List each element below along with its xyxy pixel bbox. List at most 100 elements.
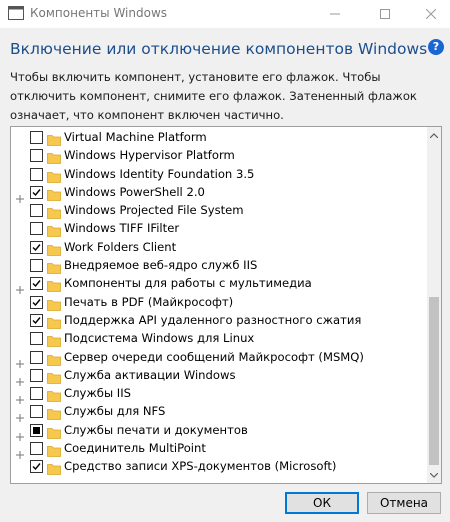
folder-icon <box>47 186 61 201</box>
feature-row[interactable]: Компоненты для работы с мультимедиа <box>11 274 427 295</box>
feature-label: Windows Projected File System <box>64 203 244 218</box>
features-list: Virtual Machine Platform Windows Hypervis… <box>11 128 427 476</box>
feature-row[interactable]: Windows PowerShell 2.0 <box>11 183 427 203</box>
feature-row[interactable]: Служба активации Windows <box>11 366 427 386</box>
expand-icon[interactable] <box>16 426 24 441</box>
folder-icon <box>47 149 61 165</box>
folder-icon <box>47 424 61 439</box>
feature-checkbox[interactable] <box>30 131 43 144</box>
chevron-up-icon <box>430 132 438 138</box>
feature-checkbox[interactable] <box>30 368 43 382</box>
features-tree: Virtual Machine Platform Windows Hypervis… <box>10 126 442 484</box>
feature-label: Компоненты для работы с мультимедиа <box>64 276 312 291</box>
feature-checkbox[interactable] <box>30 185 43 199</box>
minimize-icon <box>330 13 340 15</box>
feature-row[interactable]: Службы для NFS <box>11 402 427 423</box>
folder-icon <box>47 387 61 403</box>
feature-checkbox[interactable] <box>30 387 43 401</box>
feature-checkbox[interactable] <box>30 442 43 456</box>
maximize-button[interactable] <box>362 0 408 28</box>
expand-icon[interactable] <box>16 407 24 423</box>
feature-label: Средство записи XPS-документов (Microsof… <box>64 459 337 474</box>
folder-icon <box>47 168 61 183</box>
feature-checkbox[interactable] <box>30 167 43 181</box>
feature-checkbox[interactable] <box>30 423 43 437</box>
checkmark-icon <box>32 298 41 306</box>
app-icon <box>8 6 24 20</box>
feature-checkbox[interactable] <box>30 240 43 254</box>
feature-checkbox[interactable] <box>30 405 43 419</box>
feature-checkbox[interactable] <box>30 295 43 309</box>
partial-check-icon <box>33 426 40 434</box>
feature-checkbox[interactable] <box>30 259 43 273</box>
feature-checkbox[interactable] <box>30 460 43 474</box>
feature-label: Соединитель MultiPoint <box>64 441 206 456</box>
expand-icon[interactable] <box>16 188 24 203</box>
page-title: Включение или отключение компонентов Win… <box>10 40 428 58</box>
feature-checkbox[interactable] <box>30 222 43 236</box>
feature-checkbox[interactable] <box>30 204 43 218</box>
feature-row[interactable]: Сервер очереди сообщений Майкрософт (MSM… <box>11 348 427 368</box>
folder-icon <box>47 442 61 457</box>
feature-row[interactable]: Подсистема Windows для Linux <box>11 329 427 348</box>
folder-icon <box>47 405 61 421</box>
title-bar: Компоненты Windows <box>0 0 450 28</box>
feature-row[interactable]: Windows Hypervisor Platform <box>11 146 427 165</box>
feature-label: Службы печати и документов <box>64 422 248 437</box>
feature-label: Службы IIS <box>64 386 131 401</box>
cancel-button[interactable]: Отмена <box>367 492 441 514</box>
feature-row[interactable]: Windows Identity Foundation 3.5 <box>11 165 427 183</box>
feature-checkbox[interactable] <box>30 350 43 364</box>
feature-row[interactable]: Службы печати и документов <box>11 421 427 441</box>
feature-label: Windows Identity Foundation 3.5 <box>64 166 255 181</box>
close-button[interactable] <box>408 0 450 28</box>
feature-row[interactable]: Windows TIFF IFilter <box>11 219 427 238</box>
folder-icon <box>47 314 61 329</box>
close-icon <box>426 9 436 19</box>
folder-icon <box>47 369 61 384</box>
feature-label: Virtual Machine Platform <box>64 130 207 144</box>
feature-row[interactable]: Средство записи XPS-документов (Microsof… <box>11 457 427 476</box>
maximize-icon <box>380 9 390 19</box>
scroll-down-button[interactable] <box>427 467 441 483</box>
feature-checkbox[interactable] <box>30 277 43 291</box>
vertical-scrollbar[interactable] <box>427 127 441 483</box>
feature-row[interactable]: Windows Projected File System <box>11 201 427 220</box>
expand-icon[interactable] <box>16 279 24 295</box>
feature-row[interactable]: Печать в PDF (Майкрософт) <box>11 293 427 311</box>
ok-button[interactable]: ОК <box>285 492 359 514</box>
expand-icon[interactable] <box>16 444 24 460</box>
instructions-text: Чтобы включить компонент, установите его… <box>10 70 417 122</box>
scroll-up-button[interactable] <box>427 127 441 143</box>
feature-label: Windows TIFF IFilter <box>64 221 180 236</box>
expand-icon[interactable] <box>16 353 24 368</box>
feature-row[interactable]: Поддержка API удаленного разностного сжа… <box>11 311 427 329</box>
feature-row[interactable]: Внедряемое веб-ядро служб IIS <box>11 256 427 274</box>
folder-icon <box>47 351 61 366</box>
folder-icon <box>47 131 61 146</box>
feature-row[interactable]: Соединитель MultiPoint <box>11 439 427 460</box>
feature-checkbox[interactable] <box>30 149 43 163</box>
feature-row[interactable]: Work Folders Client <box>11 238 427 256</box>
checkmark-icon <box>32 463 41 471</box>
folder-icon <box>47 332 61 348</box>
feature-label: Подсистема Windows для Linux <box>64 331 255 346</box>
feature-row[interactable]: Virtual Machine Platform <box>11 128 427 146</box>
folder-icon <box>47 296 61 311</box>
feature-checkbox[interactable] <box>30 313 43 327</box>
feature-label: Windows Hypervisor Platform <box>64 148 235 163</box>
folder-icon <box>47 259 61 274</box>
minimize-button[interactable] <box>312 0 358 28</box>
expand-icon[interactable] <box>16 389 24 405</box>
feature-label: Служба активации Windows <box>64 367 236 382</box>
folder-icon <box>47 241 61 256</box>
help-icon[interactable]: ? <box>428 39 444 55</box>
feature-label: Внедряемое веб-ядро служб IIS <box>64 258 258 273</box>
checkmark-icon <box>32 243 41 251</box>
scroll-thumb[interactable] <box>429 297 439 465</box>
expand-icon[interactable] <box>16 371 24 386</box>
feature-row[interactable]: Службы IIS <box>11 384 427 405</box>
feature-checkbox[interactable] <box>30 332 43 346</box>
feature-label: Сервер очереди сообщений Майкрософт (MSM… <box>64 349 364 364</box>
window-title: Компоненты Windows <box>30 6 168 20</box>
